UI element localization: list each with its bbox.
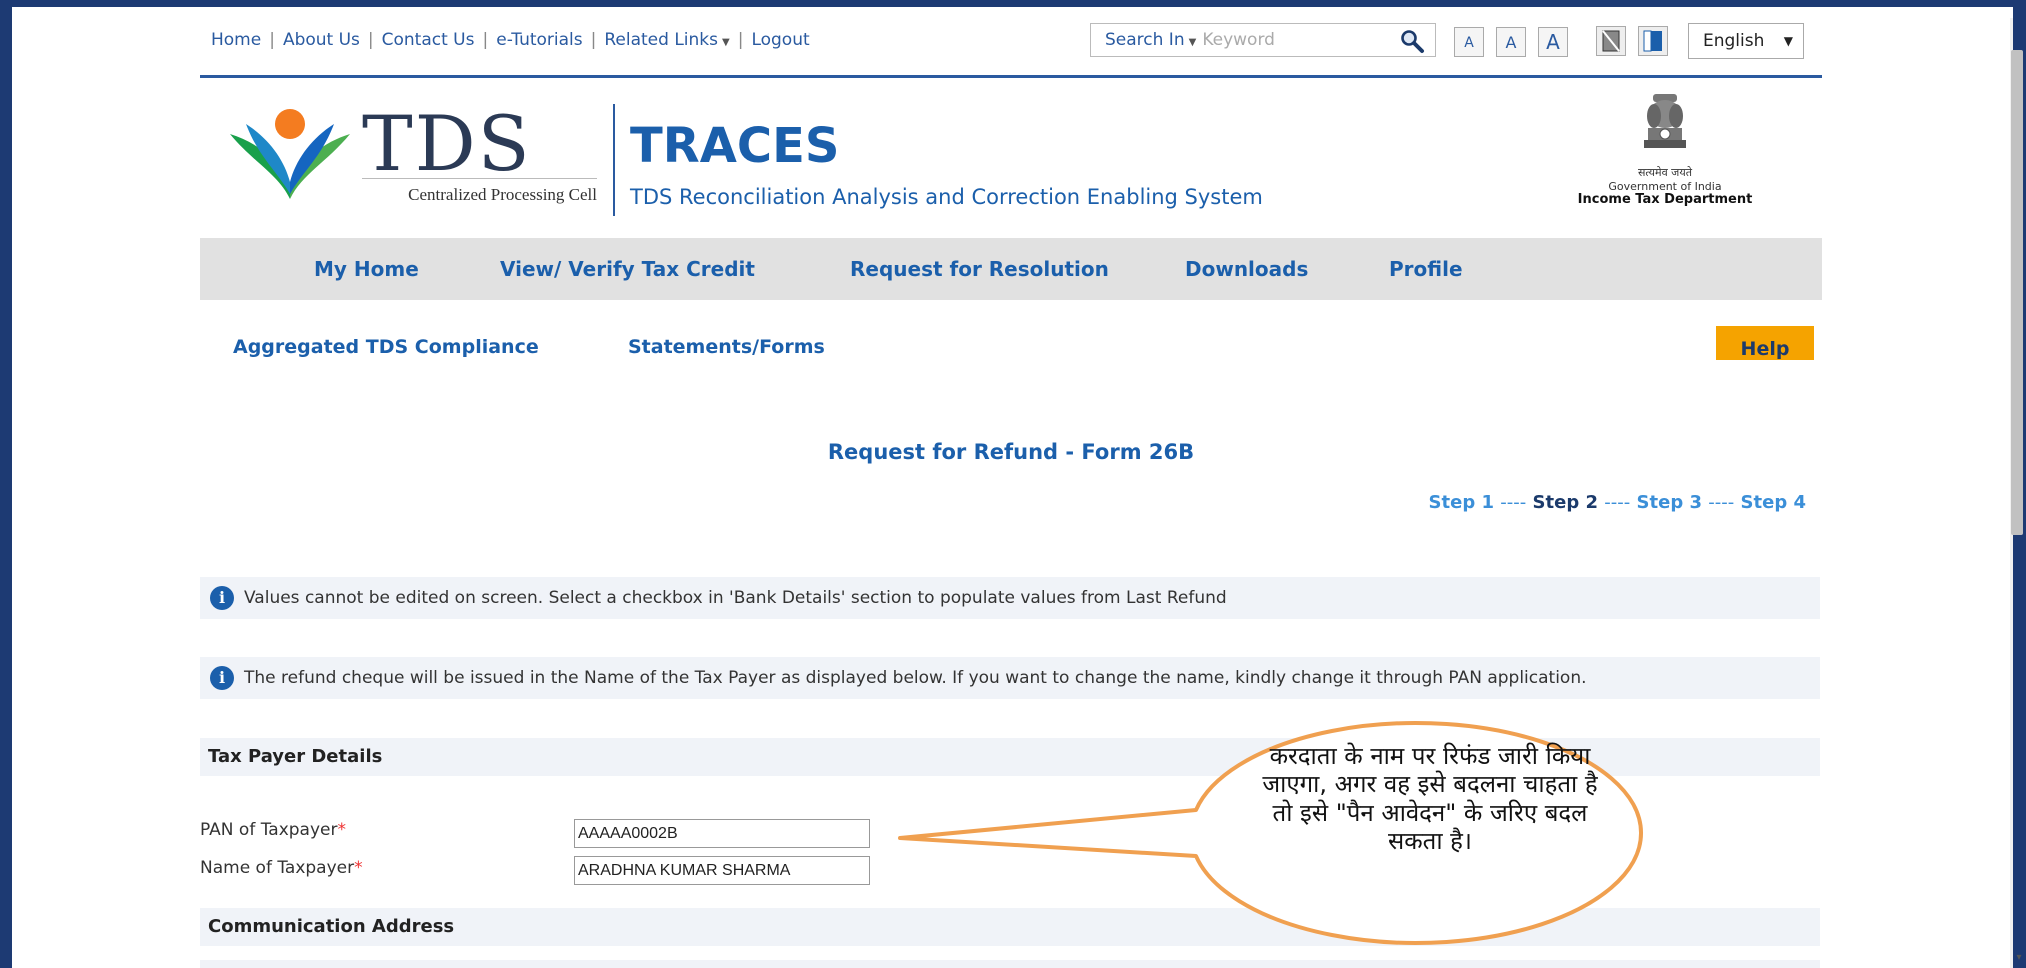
info-message-edit: i Values cannot be edited on screen. Sel… xyxy=(200,577,1820,619)
nav-downloads[interactable]: Downloads xyxy=(1185,238,1308,300)
font-small-button[interactable]: A xyxy=(1454,27,1484,57)
link-home[interactable]: Home xyxy=(211,30,261,50)
language-select[interactable]: English ▼ xyxy=(1688,23,1804,59)
name-label: Name of Taxpayer* xyxy=(200,858,363,878)
search-in-dropdown[interactable]: Search In ▼ xyxy=(1091,30,1200,50)
info-message-name-text: The refund cheque will be issued in the … xyxy=(244,668,1587,688)
callout-text: करदाता के नाम पर रिफंड जारी किया जाएगा, … xyxy=(1262,742,1598,855)
link-separator: | xyxy=(737,30,744,50)
search-input[interactable] xyxy=(1200,25,1381,55)
page-title: Request for Refund - Form 26B xyxy=(0,440,2026,464)
link-separator: | xyxy=(367,30,374,50)
caret-down-icon: ▼ xyxy=(1188,37,1197,48)
nav-my-home[interactable]: My Home xyxy=(314,238,419,300)
main-nav: My Home View/ Verify Tax Credit Request … xyxy=(200,238,1822,300)
window-frame-left xyxy=(0,0,12,968)
scroll-down-arrow[interactable]: ▾ xyxy=(2013,952,2025,963)
link-e-tutorials[interactable]: e-Tutorials xyxy=(496,30,582,50)
pan-field: AAAAA0002B xyxy=(574,819,870,848)
app-subtitle: TDS Reconciliation Analysis and Correcti… xyxy=(630,185,1263,209)
section-row-stub xyxy=(200,960,1820,968)
pan-label: PAN of Taxpayer* xyxy=(200,820,346,840)
pan-label-text: PAN of Taxpayer xyxy=(200,820,338,840)
chevron-down-icon: ▼ xyxy=(1783,34,1793,48)
info-icon: i xyxy=(210,586,234,610)
step-separator: ---- xyxy=(1500,492,1527,513)
emblem-motto: सत्यमेव जयते xyxy=(1637,166,1692,179)
contrast-toggle-icon[interactable] xyxy=(1638,26,1668,56)
section-communication-address: Communication Address xyxy=(200,908,1820,946)
tds-subtitle: Centralized Processing Cell xyxy=(362,178,597,205)
link-separator: | xyxy=(269,30,275,50)
subnav-statements-forms[interactable]: Statements/Forms xyxy=(628,336,825,358)
tds-logo-icon xyxy=(230,109,350,199)
step-3: Step 3 xyxy=(1636,492,1702,513)
language-selected: English xyxy=(1703,31,1765,51)
link-related-links[interactable]: Related Links ▼ xyxy=(604,30,729,50)
link-separator: | xyxy=(590,30,597,50)
name-label-text: Name of Taxpayer xyxy=(200,858,355,878)
required-asterisk: * xyxy=(354,858,363,878)
info-message-edit-text: Values cannot be edited on screen. Selec… xyxy=(244,588,1227,608)
nav-request-for-resolution[interactable]: Request for Resolution xyxy=(850,238,1109,300)
info-icon: i xyxy=(210,666,234,690)
app-name: TRACES xyxy=(630,118,840,174)
nav-view-verify-tax-credit[interactable]: View/ Verify Tax Credit xyxy=(500,238,755,300)
link-separator: | xyxy=(482,30,489,50)
link-contact-us[interactable]: Contact Us xyxy=(382,30,475,50)
top-links: Home | About Us | Contact Us | e-Tutoria… xyxy=(211,30,810,50)
link-about-us[interactable]: About Us xyxy=(283,30,360,50)
link-logout[interactable]: Logout xyxy=(751,30,809,50)
step-separator: ---- xyxy=(1604,492,1631,513)
subnav-aggregated-tds-compliance[interactable]: Aggregated TDS Compliance xyxy=(233,336,539,358)
search-box: Search In ▼ xyxy=(1090,23,1436,57)
step-separator: ---- xyxy=(1708,492,1735,513)
top-utility-bar: Home | About Us | Contact Us | e-Tutoria… xyxy=(200,20,1822,78)
related-links-label: Related Links xyxy=(604,30,718,50)
emblem-department-line: Income Tax Department xyxy=(1577,192,1753,207)
required-asterisk: * xyxy=(337,820,346,840)
help-button[interactable]: Help xyxy=(1716,326,1814,360)
step-1: Step 1 xyxy=(1428,492,1494,513)
site-header: TDS Centralized Processing Cell TRACES T… xyxy=(200,78,1822,238)
font-medium-button[interactable]: A xyxy=(1496,27,1526,57)
header-divider xyxy=(613,104,615,216)
search-icon[interactable] xyxy=(1399,28,1425,54)
high-contrast-icon[interactable] xyxy=(1596,26,1626,56)
window-frame-top xyxy=(0,0,2026,7)
name-field: ARADHNA KUMAR SHARMA xyxy=(574,856,870,885)
page-title-text: Request for Refund - Form 26B xyxy=(827,440,1195,464)
info-message-name: i The refund cheque will be issued in th… xyxy=(200,657,1820,699)
search-in-label: Search In xyxy=(1105,30,1185,50)
tds-wordmark: TDS xyxy=(362,99,532,188)
caret-down-icon: ▼ xyxy=(722,37,730,48)
step-4: Step 4 xyxy=(1740,492,1806,513)
step-indicator: Step 1 ---- Step 2 ---- Step 3 ---- Step… xyxy=(1429,492,1806,513)
font-large-button[interactable]: A xyxy=(1538,27,1568,57)
step-2-current: Step 2 xyxy=(1532,492,1598,513)
nav-profile[interactable]: Profile xyxy=(1389,238,1463,300)
